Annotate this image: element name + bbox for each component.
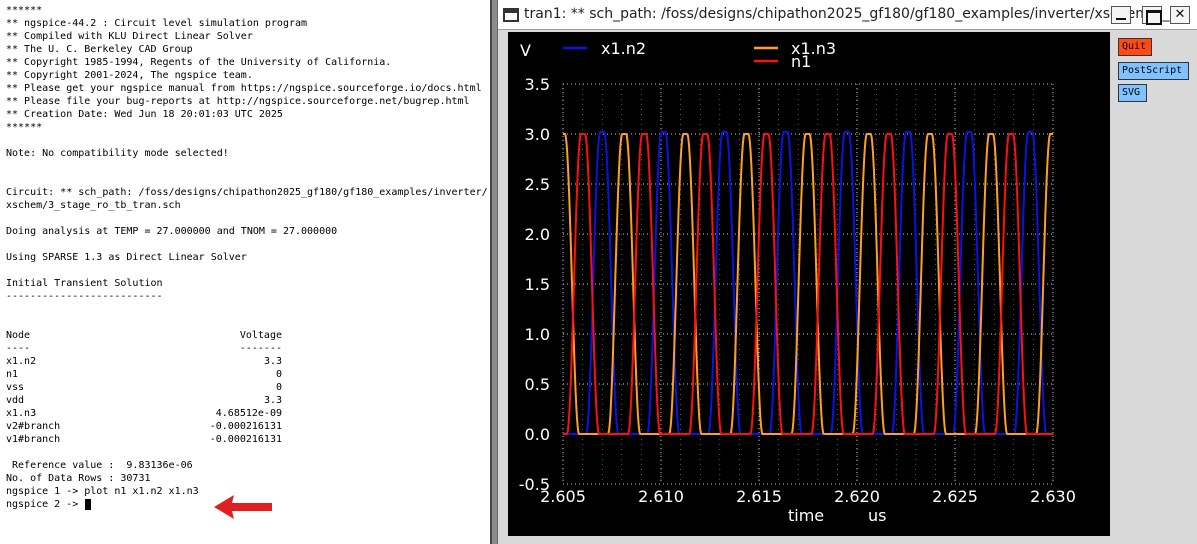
close-button[interactable]: ✕ xyxy=(1170,6,1190,24)
y-axis-label: V xyxy=(520,41,531,60)
node-table-row: v2#branch -0.000216131 xyxy=(6,420,282,433)
legend-label: x1.n2 xyxy=(601,39,646,58)
x-tick-label: 2.610 xyxy=(638,487,684,506)
window-menu-icon[interactable] xyxy=(503,8,519,22)
terminal-line: ****** xyxy=(6,5,43,16)
node-name: Node xyxy=(6,330,31,341)
x-tick-label: 2.620 xyxy=(834,487,880,506)
terminal-line: ** The U. C. Berkeley CAD Group xyxy=(6,44,193,55)
y-tick-label: 0.5 xyxy=(525,375,550,394)
node-name: ---- xyxy=(6,343,31,354)
node-voltage: 0 xyxy=(275,369,282,380)
terminal-line: ****** xyxy=(6,122,43,133)
prompt-text: ngspice 2 -> xyxy=(6,499,85,510)
text-cursor xyxy=(85,499,92,510)
x-tick-label: 2.625 xyxy=(932,487,978,506)
terminal-line: ** ngspice-44.2 : Circuit level simulati… xyxy=(6,18,308,29)
node-voltage: 3.3 xyxy=(263,395,282,406)
terminal-line: ** Please file your bug-reports at http:… xyxy=(6,96,470,107)
node-voltage: 4.68512e-09 xyxy=(215,408,282,419)
node-name: vss xyxy=(6,382,25,393)
node-table-row: vss 0 xyxy=(6,381,282,394)
terminal-line: Reference value : 9.83136e-06 xyxy=(6,460,193,471)
node-name: v1#branch xyxy=(6,434,61,445)
node-name: vdd xyxy=(6,395,25,406)
node-voltage: -0.000216131 xyxy=(209,421,282,432)
node-name: n1 xyxy=(6,369,19,380)
node-table-row: v1#branch -0.000216131 xyxy=(6,433,282,446)
node-voltage: -0.000216131 xyxy=(209,434,282,445)
svg-button[interactable]: SVG xyxy=(1118,84,1147,102)
node-table-row: x1.n2 3.3 xyxy=(6,355,282,368)
terminal-line: Using SPARSE 1.3 as Direct Linear Solver xyxy=(6,252,247,263)
node-name: x1.n3 xyxy=(6,408,37,419)
minimize-button[interactable] xyxy=(1111,6,1131,24)
terminal-line: Doing analysis at TEMP = 27.000000 and T… xyxy=(6,226,338,237)
terminal-line: Initial Transient Solution xyxy=(6,278,163,289)
x-axis-label: time xyxy=(788,506,824,525)
maximize-button[interactable] xyxy=(1142,6,1162,25)
window-title: tran1: ** sch_path: /foss/designs/chipat… xyxy=(524,6,1183,22)
x-tick-label: 2.630 xyxy=(1030,487,1076,506)
node-table-row: n1 0 xyxy=(6,368,282,381)
x-tick-label: 2.605 xyxy=(540,487,586,506)
terminal-line: Note: No compatibility mode selected! xyxy=(6,148,229,159)
y-tick-label: 3.5 xyxy=(525,75,550,94)
y-tick-label: 0.0 xyxy=(525,425,550,444)
window-titlebar[interactable]: tran1: ** sch_path: /foss/designs/chipat… xyxy=(498,0,1197,30)
terminal-line: No. of Data Rows : 30731 xyxy=(6,473,151,484)
terminal-window[interactable]: ****** ** ngspice-44.2 : Circuit level si… xyxy=(0,0,492,544)
node-name: v2#branch xyxy=(6,421,61,432)
terminal-line: ** Copyright 2001-2024, The ngspice team… xyxy=(6,70,253,81)
x-axis-unit: us xyxy=(868,506,886,525)
node-voltage: Voltage xyxy=(239,330,282,341)
y-tick-label: 1.0 xyxy=(525,325,550,344)
terminal-line: ** Copyright 1985-1994, Regents of the U… xyxy=(6,57,392,68)
y-tick-label: 2.5 xyxy=(525,175,550,194)
node-voltage: ------- xyxy=(239,343,282,354)
annotation-arrow xyxy=(214,495,272,519)
node-name: x1.n2 xyxy=(6,356,37,367)
node-table-row: x1.n3 4.68512e-09 xyxy=(6,407,282,420)
node-table-header: Node Voltage xyxy=(6,329,282,342)
waveform-chart[interactable]: -0.50.00.51.01.52.02.53.03.52.605 2.610 2.… xyxy=(508,32,1110,536)
terminal-output: ****** ** ngspice-44.2 : Circuit level si… xyxy=(6,4,490,511)
plot-canvas[interactable]: -0.5 0.0 0.5 1.0 1.5 2.0 2.5 3.0 3.5 2.605 2.610 2.… xyxy=(508,32,1110,536)
plot-side-panel: Quit PostScript SVG xyxy=(1110,32,1197,536)
terminal-line: Circuit: ** sch_path: /foss/designs/chip… xyxy=(6,187,488,198)
terminal-line: ** Compiled with KLU Direct Linear Solve… xyxy=(6,31,253,42)
terminal-line: ** Please get your ngspice manual from h… xyxy=(6,83,482,94)
postscript-button[interactable]: PostScript xyxy=(1118,62,1189,80)
y-tick-label: 1.5 xyxy=(525,275,550,294)
terminal-line: xschem/3_stage_ro_tb_tran.sch xyxy=(6,200,181,211)
y-tick-label: 3.0 xyxy=(525,125,550,144)
terminal-line: -------------------------- xyxy=(6,291,163,302)
node-table-underline: ---- ------- xyxy=(6,342,282,355)
plot-window[interactable]: tran1: ** sch_path: /foss/designs/chipat… xyxy=(497,0,1197,544)
node-voltage: 3.3 xyxy=(263,356,282,367)
x-tick-label: 2.615 xyxy=(736,487,782,506)
legend-label: n1 xyxy=(791,52,811,71)
node-table-row: vdd 3.3 xyxy=(6,394,282,407)
terminal-line: ** Creation Date: Wed Jun 18 20:01:03 UT… xyxy=(6,109,283,120)
y-tick-label: 2.0 xyxy=(525,225,550,244)
quit-button[interactable]: Quit xyxy=(1118,38,1152,56)
node-voltage: 0 xyxy=(275,382,282,393)
